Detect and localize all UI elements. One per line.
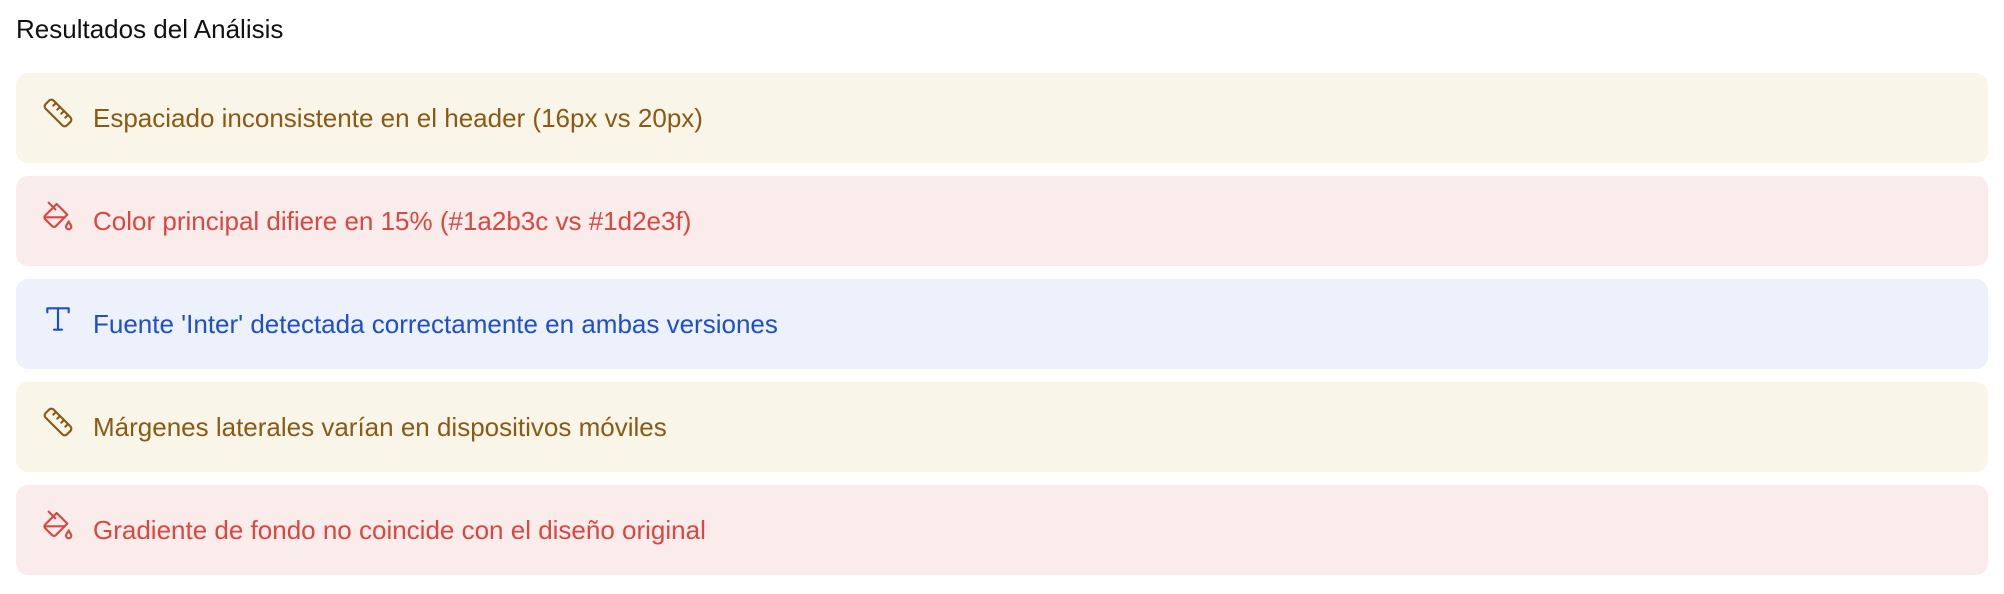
result-text: Gradiente de fondo no coincide con el di… [93,515,706,545]
result-item-gradient-error: Gradiente de fondo no coincide con el di… [16,485,1988,575]
results-list: Espaciado inconsistente en el header (16… [16,73,1988,588]
result-item-color-error: Color principal difiere en 15% (#1a2b3c … [16,176,1988,266]
result-text: Espaciado inconsistente en el header (16… [93,103,703,133]
section-title: Resultados del Análisis [16,14,284,44]
paint-bucket-icon [42,200,74,232]
result-item-font-info: Fuente 'Inter' detectada correctamente e… [16,279,1988,369]
ruler-icon [42,97,74,129]
result-item-margins-warning: Márgenes laterales varían en dispositivo… [16,382,1988,472]
result-item-spacing-warning: Espaciado inconsistente en el header (16… [16,73,1988,163]
result-text: Fuente 'Inter' detectada correctamente e… [93,309,778,339]
result-text: Márgenes laterales varían en dispositivo… [93,412,667,442]
analysis-results-panel: Resultados del Análisis Espaciado incons… [0,0,2004,594]
ruler-icon [42,406,74,438]
type-icon [42,303,74,335]
result-text: Color principal difiere en 15% (#1a2b3c … [93,206,692,236]
paint-bucket-icon [42,509,74,541]
